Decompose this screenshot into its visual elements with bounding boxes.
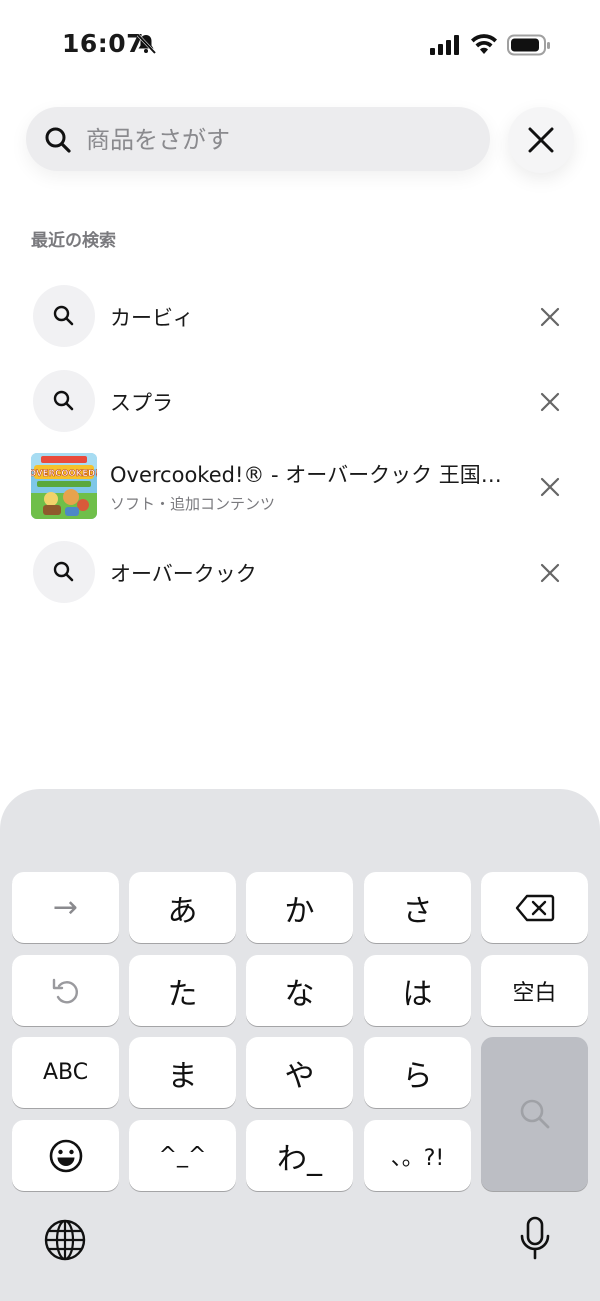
bell-off-icon [136,33,157,55]
product-title: Overcooked!® - オーバークック 王国… [110,463,502,487]
close-icon [540,477,560,497]
delete-icon [515,894,554,921]
search-icon-circle [33,541,95,603]
product-category: ソフト・追加コンテンツ [110,495,276,513]
recent-search-label: カービィ [110,306,194,330]
key-search[interactable] [481,1037,588,1191]
key-a[interactable]: あ [129,872,236,943]
battery-icon [507,34,550,56]
key-abc[interactable]: ABC [12,1037,119,1108]
recent-product-item[interactable]: OVERCOOKED! Overcooked!® - オーバークック 王国… ソ… [0,453,600,533]
search-icon [53,390,74,411]
key-ra[interactable]: ら [364,1037,471,1108]
remove-recent-button[interactable] [534,386,566,418]
globe-icon[interactable] [44,1219,86,1261]
key-delete[interactable] [481,872,588,943]
recent-search-label: オーバークック [110,562,257,586]
microphone-icon[interactable] [519,1216,551,1262]
key-undo[interactable] [12,955,119,1026]
key-ma[interactable]: ま [129,1037,236,1108]
close-icon [528,127,554,153]
remove-recent-button[interactable] [534,471,566,503]
key-ka[interactable]: か [246,872,353,943]
search-bar[interactable] [26,107,490,171]
remove-recent-button[interactable] [534,557,566,589]
recent-searches-title: 最近の検索 [31,231,116,251]
key-ta[interactable]: た [129,955,236,1026]
close-search-button[interactable] [508,107,574,173]
key-punctuation[interactable]: 、。?! [364,1120,471,1191]
search-icon [45,127,71,153]
remove-recent-button[interactable] [534,301,566,333]
product-thumbnail: OVERCOOKED! [31,453,97,519]
recent-search-item[interactable]: オーバークック [0,541,600,621]
search-icon-circle [33,285,95,347]
key-wa[interactable]: わ_ [246,1120,353,1191]
status-time: 16:07 [62,29,145,58]
product-thumbnail-title: OVERCOOKED! [31,469,97,479]
status-bar: 16:07 [0,0,600,90]
japanese-keyboard: → あ か さ た な は 空白 ABC ま や ら ^_^ わ_ 、。?! [0,789,600,1301]
recent-search-item[interactable]: カービィ [0,285,600,365]
search-icon [53,305,74,326]
key-sa[interactable]: さ [364,872,471,943]
key-na[interactable]: な [246,955,353,1026]
recent-search-label: スプラ [110,391,173,415]
key-ha[interactable]: は [364,955,471,1026]
search-icon [53,561,74,582]
close-icon [540,392,560,412]
close-icon [540,307,560,327]
search-icon-circle [33,370,95,432]
search-input[interactable] [84,117,478,163]
key-kaomoji[interactable]: ^_^ [129,1120,236,1191]
key-emoji[interactable] [12,1120,119,1191]
key-space[interactable]: 空白 [481,955,588,1026]
recent-search-item[interactable]: スプラ [0,370,600,450]
close-icon [540,563,560,583]
undo-icon [52,978,78,1003]
cellular-signal-icon [430,35,459,55]
wifi-icon [471,34,497,54]
key-arrow[interactable]: → [12,872,119,943]
search-icon [520,1099,549,1129]
key-ya[interactable]: や [246,1037,353,1108]
emoji-icon [49,1139,82,1172]
